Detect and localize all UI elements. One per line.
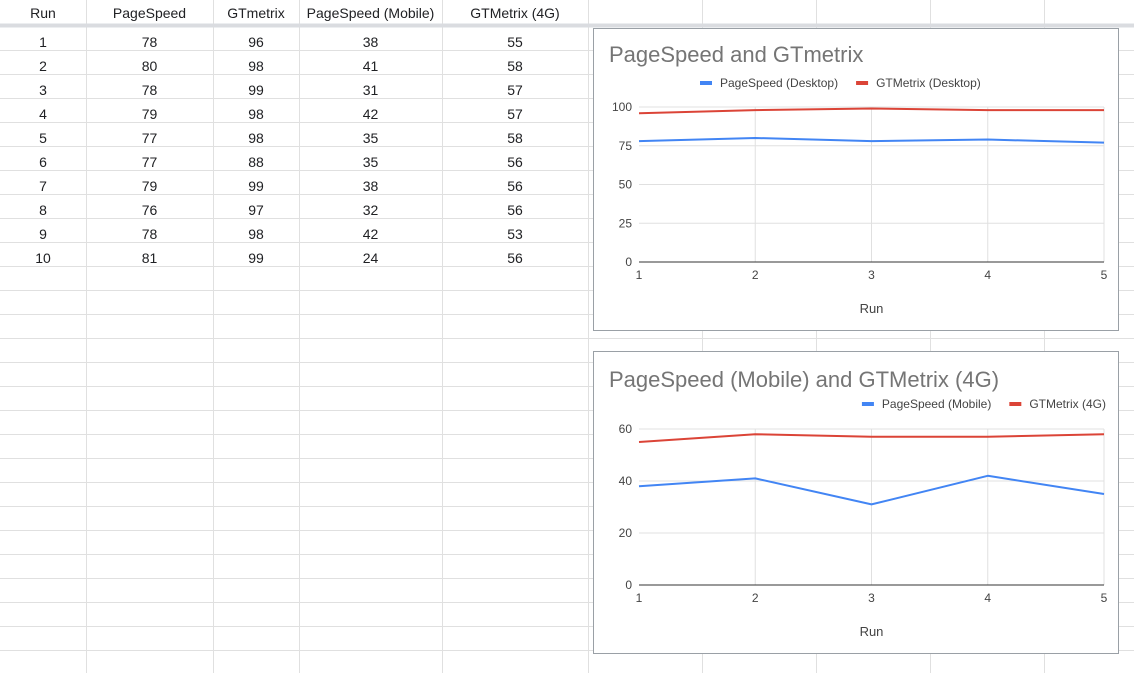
table-cell[interactable]: 7	[0, 174, 86, 198]
table-cell[interactable]: 81	[86, 246, 213, 270]
table-cell[interactable]: 53	[442, 222, 588, 246]
legend-swatch	[1009, 402, 1022, 406]
table-cell[interactable]: 38	[299, 30, 442, 54]
table-cell[interactable]: 76	[86, 198, 213, 222]
legend-item[interactable]: GTMetrix (Desktop)	[856, 76, 981, 90]
table-cell[interactable]: 99	[213, 246, 299, 270]
y-tick-label: 50	[619, 178, 633, 192]
chart-desktop: PageSpeed and GTmetrix 0 25 50 75 100 1 2 3 4 5 Run…	[609, 42, 1108, 316]
table-cell[interactable]: 58	[442, 126, 588, 150]
chart-desktop-card[interactable]: PageSpeed and GTmetrix 0 25 50 75 100 1 2 3 4 5 Run…	[593, 28, 1119, 331]
x-axis-title: Run	[860, 624, 884, 639]
table-cell[interactable]: 41	[299, 54, 442, 78]
table-cell[interactable]: 35	[299, 126, 442, 150]
y-tick-label: 40	[619, 474, 633, 488]
table-cell[interactable]: 98	[213, 54, 299, 78]
y-tick-label: 0	[625, 255, 632, 269]
header-cell[interactable]: GTmetrix	[213, 1, 299, 25]
legend-swatch	[856, 81, 869, 85]
table-cell[interactable]: 99	[213, 78, 299, 102]
table-cell[interactable]: 88	[213, 150, 299, 174]
table-cell[interactable]: 35	[299, 150, 442, 174]
x-tick-label: 4	[984, 268, 991, 282]
legend-swatch	[700, 81, 712, 85]
y-tick-label: 75	[619, 139, 633, 153]
legend-label: GTMetrix (4G)	[1029, 397, 1106, 411]
table-cell[interactable]: 56	[442, 198, 588, 222]
table-cell[interactable]: 4	[0, 102, 86, 126]
table-cell[interactable]: 96	[213, 30, 299, 54]
table-cell[interactable]: 78	[86, 78, 213, 102]
table-cell[interactable]: 98	[213, 126, 299, 150]
table-cell[interactable]: 79	[86, 174, 213, 198]
table-cell[interactable]: 77	[86, 126, 213, 150]
table-cell[interactable]: 42	[299, 102, 442, 126]
table-cell[interactable]: 8	[0, 198, 86, 222]
table-cell[interactable]: 5	[0, 126, 86, 150]
y-tick-label: 100	[612, 100, 632, 114]
table-cell[interactable]: 56	[442, 174, 588, 198]
legend-label: PageSpeed (Mobile)	[882, 397, 991, 411]
header-cell[interactable]: GTMetrix (4G)	[442, 1, 588, 25]
table-cell[interactable]: 56	[442, 246, 588, 270]
x-tick-label: 3	[868, 268, 875, 282]
table-cell[interactable]: 77	[86, 150, 213, 174]
x-tick-label: 5	[1101, 268, 1108, 282]
legend-label: GTMetrix (Desktop)	[876, 76, 981, 90]
table-cell[interactable]: 79	[86, 102, 213, 126]
table-cell[interactable]: 78	[86, 30, 213, 54]
x-tick-label: 3	[868, 591, 875, 605]
header-cell[interactable]: PageSpeed	[86, 1, 213, 25]
table-cell[interactable]: 2	[0, 54, 86, 78]
chart-title: PageSpeed (Mobile) and GTMetrix (4G)	[609, 367, 999, 392]
x-axis-title: Run	[860, 301, 884, 316]
legend-item[interactable]: GTMetrix (4G)	[1009, 397, 1106, 411]
x-tick-label: 1	[636, 591, 643, 605]
y-tick-label: 60	[619, 422, 633, 436]
table-cell[interactable]: 31	[299, 78, 442, 102]
x-tick-label: 2	[752, 268, 759, 282]
legend-swatch	[861, 402, 874, 406]
table-cell[interactable]: 58	[442, 54, 588, 78]
table-cell[interactable]: 10	[0, 246, 86, 270]
table-cell[interactable]: 3	[0, 78, 86, 102]
header-cell[interactable]: Run	[0, 1, 86, 25]
table-cell[interactable]: 57	[442, 78, 588, 102]
y-tick-label: 20	[619, 526, 633, 540]
table-cell[interactable]: 80	[86, 54, 213, 78]
x-tick-label: 2	[752, 591, 759, 605]
legend-item[interactable]: PageSpeed (Desktop)	[700, 76, 838, 90]
chart-mobile-card[interactable]: PageSpeed (Mobile) and GTMetrix (4G) 0 20 4…	[593, 351, 1119, 654]
table-cell[interactable]: 6	[0, 150, 86, 174]
table-cell[interactable]: 99	[213, 174, 299, 198]
x-tick-label: 1	[636, 268, 643, 282]
legend-label: PageSpeed (Desktop)	[720, 76, 838, 90]
y-tick-label: 0	[625, 578, 632, 592]
chart-title: PageSpeed and GTmetrix	[609, 42, 863, 67]
x-tick-label: 5	[1101, 591, 1108, 605]
table-cell[interactable]: 56	[442, 150, 588, 174]
table-cell[interactable]: 1	[0, 30, 86, 54]
chart-mobile: PageSpeed (Mobile) and GTMetrix (4G) 0 20 4…	[609, 367, 1108, 639]
table-cell[interactable]: 9	[0, 222, 86, 246]
table-cell[interactable]: 98	[213, 222, 299, 246]
table-cell[interactable]: 32	[299, 198, 442, 222]
legend-item[interactable]: PageSpeed (Mobile)	[861, 397, 991, 411]
table-cell[interactable]: 42	[299, 222, 442, 246]
table-cell[interactable]: 97	[213, 198, 299, 222]
table-cell[interactable]: 98	[213, 102, 299, 126]
header-cell[interactable]: PageSpeed (Mobile)	[299, 1, 442, 25]
y-tick-label: 25	[619, 216, 633, 230]
table-cell[interactable]: 24	[299, 246, 442, 270]
table-cell[interactable]: 38	[299, 174, 442, 198]
table-cell[interactable]: 57	[442, 102, 588, 126]
table-cell[interactable]: 55	[442, 30, 588, 54]
table-cell[interactable]: 78	[86, 222, 213, 246]
x-tick-label: 4	[984, 591, 991, 605]
